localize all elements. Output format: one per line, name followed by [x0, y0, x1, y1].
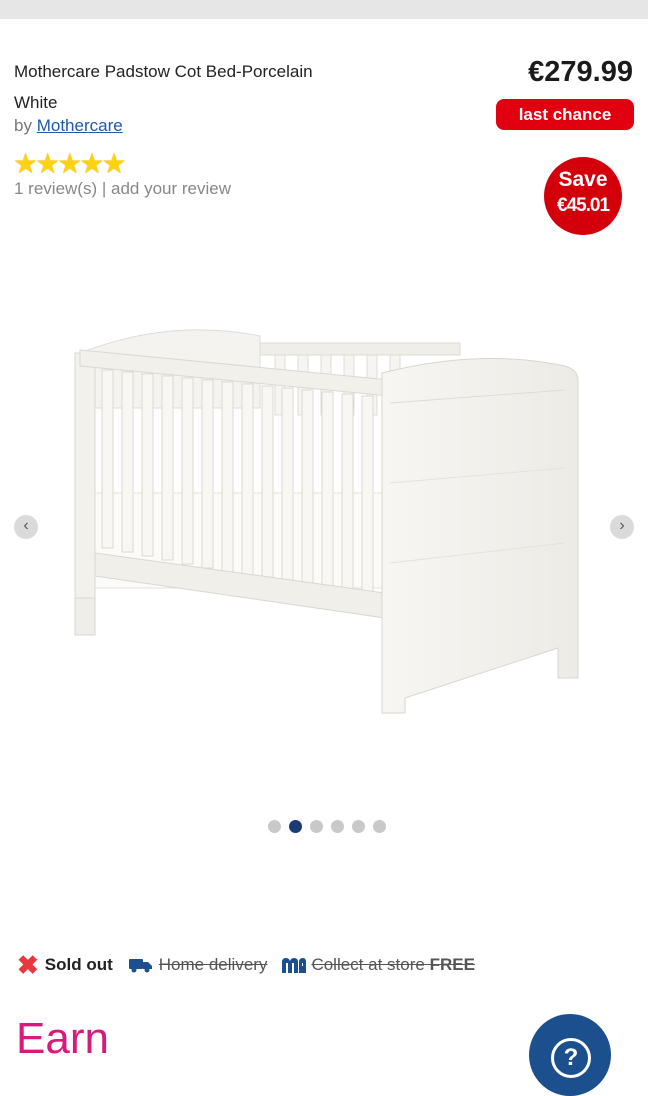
- gallery-dot[interactable]: [352, 820, 365, 833]
- mothercare-logo-icon: [282, 958, 307, 973]
- sold-out-label: Sold out: [44, 955, 113, 974]
- cross-icon: ✖: [17, 950, 39, 980]
- gallery-dot[interactable]: [268, 820, 281, 833]
- availability-row: ✖ Sold out Home delivery Collect at stor…: [17, 950, 489, 980]
- help-button[interactable]: ?: [529, 1014, 611, 1096]
- by-prefix: by: [14, 116, 32, 135]
- collect-at-store-label: Collect at store FREE: [311, 955, 474, 975]
- rating-stars: ★ ★ ★ ★ ★: [13, 148, 127, 179]
- save-label: Save: [558, 168, 608, 191]
- gallery-dot[interactable]: [331, 820, 344, 833]
- collect-free: FREE: [429, 955, 475, 974]
- brand-link[interactable]: Mothercare: [37, 116, 123, 135]
- save-amount: €45.01: [556, 195, 610, 216]
- gallery-dot[interactable]: [310, 820, 323, 833]
- gallery-dot[interactable]: [373, 820, 386, 833]
- gallery-next-button[interactable]: ›: [610, 515, 634, 539]
- reviews-link[interactable]: 1 review(s) | add your review: [14, 179, 231, 199]
- top-bar: [0, 0, 648, 19]
- price: €279.99: [528, 56, 633, 88]
- collect-prefix: Collect at store: [311, 955, 425, 974]
- product-image[interactable]: [60, 318, 600, 728]
- product-title: Mothercare Padstow Cot Bed-Porcelain Whi…: [14, 62, 313, 112]
- earn-heading: Earn: [16, 1014, 109, 1063]
- help-icon: ?: [551, 1038, 591, 1078]
- save-badge: Save €45.01: [544, 157, 622, 235]
- home-delivery-label: Home delivery: [158, 955, 268, 974]
- star-icon: ★: [101, 148, 127, 179]
- chevron-left-icon: ‹: [23, 517, 29, 534]
- gallery-dot-active[interactable]: [289, 820, 302, 833]
- truck-icon: [128, 959, 152, 973]
- chevron-right-icon: ›: [619, 517, 625, 534]
- brand-line: by Mothercare: [14, 116, 123, 136]
- last-chance-badge: last chance: [496, 99, 634, 130]
- gallery-prev-button[interactable]: ‹: [14, 515, 38, 539]
- gallery-pagination: [268, 820, 394, 833]
